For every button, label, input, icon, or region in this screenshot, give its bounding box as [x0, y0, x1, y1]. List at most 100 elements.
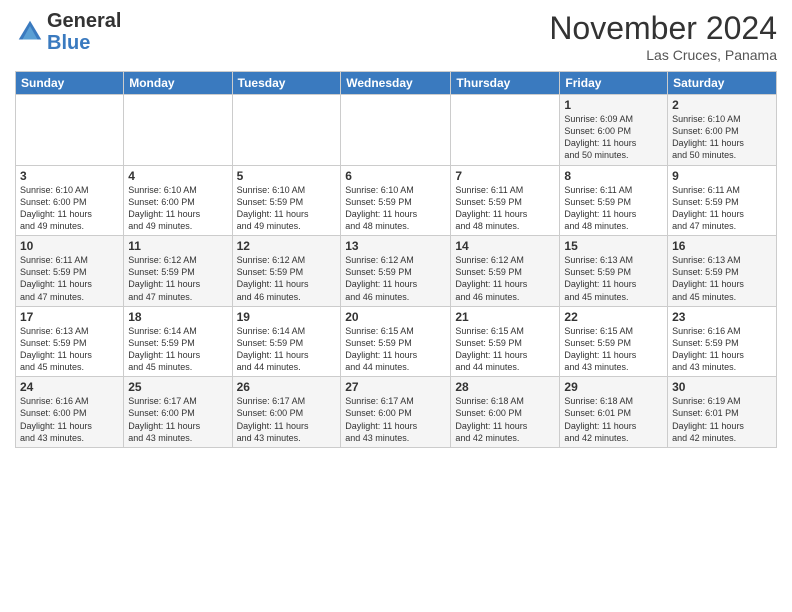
table-row: 12Sunrise: 6:12 AM Sunset: 5:59 PM Dayli… — [232, 236, 341, 307]
table-row: 23Sunrise: 6:16 AM Sunset: 5:59 PM Dayli… — [668, 306, 777, 377]
table-row: 15Sunrise: 6:13 AM Sunset: 5:59 PM Dayli… — [560, 236, 668, 307]
day-number: 22 — [564, 310, 663, 324]
table-row: 28Sunrise: 6:18 AM Sunset: 6:00 PM Dayli… — [451, 377, 560, 448]
table-row: 11Sunrise: 6:12 AM Sunset: 5:59 PM Dayli… — [124, 236, 232, 307]
day-number: 27 — [345, 380, 446, 394]
logo-text: General Blue — [47, 10, 121, 54]
day-number: 25 — [128, 380, 227, 394]
day-number: 11 — [128, 239, 227, 253]
day-info: Sunrise: 6:12 AM Sunset: 5:59 PM Dayligh… — [128, 254, 227, 303]
day-number: 26 — [237, 380, 337, 394]
month-title: November 2024 — [549, 10, 777, 47]
day-info: Sunrise: 6:14 AM Sunset: 5:59 PM Dayligh… — [237, 325, 337, 374]
day-number: 14 — [455, 239, 555, 253]
table-row — [451, 95, 560, 166]
day-info: Sunrise: 6:17 AM Sunset: 6:00 PM Dayligh… — [128, 395, 227, 444]
day-info: Sunrise: 6:10 AM Sunset: 6:00 PM Dayligh… — [672, 113, 772, 162]
calendar-header-row: Sunday Monday Tuesday Wednesday Thursday… — [16, 72, 777, 95]
table-row: 7Sunrise: 6:11 AM Sunset: 5:59 PM Daylig… — [451, 165, 560, 236]
day-info: Sunrise: 6:19 AM Sunset: 6:01 PM Dayligh… — [672, 395, 772, 444]
col-saturday: Saturday — [668, 72, 777, 95]
table-row — [341, 95, 451, 166]
day-info: Sunrise: 6:12 AM Sunset: 5:59 PM Dayligh… — [345, 254, 446, 303]
table-row: 8Sunrise: 6:11 AM Sunset: 5:59 PM Daylig… — [560, 165, 668, 236]
day-info: Sunrise: 6:11 AM Sunset: 5:59 PM Dayligh… — [455, 184, 555, 233]
calendar-week-3: 10Sunrise: 6:11 AM Sunset: 5:59 PM Dayli… — [16, 236, 777, 307]
day-number: 1 — [564, 98, 663, 112]
day-info: Sunrise: 6:12 AM Sunset: 5:59 PM Dayligh… — [237, 254, 337, 303]
day-info: Sunrise: 6:18 AM Sunset: 6:01 PM Dayligh… — [564, 395, 663, 444]
calendar-week-2: 3Sunrise: 6:10 AM Sunset: 6:00 PM Daylig… — [16, 165, 777, 236]
day-info: Sunrise: 6:15 AM Sunset: 5:59 PM Dayligh… — [455, 325, 555, 374]
table-row: 27Sunrise: 6:17 AM Sunset: 6:00 PM Dayli… — [341, 377, 451, 448]
day-number: 2 — [672, 98, 772, 112]
day-number: 18 — [128, 310, 227, 324]
table-row: 13Sunrise: 6:12 AM Sunset: 5:59 PM Dayli… — [341, 236, 451, 307]
day-number: 17 — [20, 310, 119, 324]
col-sunday: Sunday — [16, 72, 124, 95]
table-row: 4Sunrise: 6:10 AM Sunset: 6:00 PM Daylig… — [124, 165, 232, 236]
day-number: 5 — [237, 169, 337, 183]
day-info: Sunrise: 6:13 AM Sunset: 5:59 PM Dayligh… — [672, 254, 772, 303]
table-row: 21Sunrise: 6:15 AM Sunset: 5:59 PM Dayli… — [451, 306, 560, 377]
day-number: 28 — [455, 380, 555, 394]
day-number: 10 — [20, 239, 119, 253]
logo-icon — [15, 17, 45, 47]
table-row: 30Sunrise: 6:19 AM Sunset: 6:01 PM Dayli… — [668, 377, 777, 448]
logo-blue: Blue — [47, 32, 90, 54]
col-wednesday: Wednesday — [341, 72, 451, 95]
day-number: 20 — [345, 310, 446, 324]
location: Las Cruces, Panama — [549, 47, 777, 63]
day-number: 7 — [455, 169, 555, 183]
day-info: Sunrise: 6:15 AM Sunset: 5:59 PM Dayligh… — [564, 325, 663, 374]
table-row: 3Sunrise: 6:10 AM Sunset: 6:00 PM Daylig… — [16, 165, 124, 236]
day-info: Sunrise: 6:11 AM Sunset: 5:59 PM Dayligh… — [20, 254, 119, 303]
day-number: 15 — [564, 239, 663, 253]
table-row: 20Sunrise: 6:15 AM Sunset: 5:59 PM Dayli… — [341, 306, 451, 377]
day-number: 8 — [564, 169, 663, 183]
day-info: Sunrise: 6:10 AM Sunset: 5:59 PM Dayligh… — [345, 184, 446, 233]
table-row: 16Sunrise: 6:13 AM Sunset: 5:59 PM Dayli… — [668, 236, 777, 307]
day-number: 13 — [345, 239, 446, 253]
day-info: Sunrise: 6:12 AM Sunset: 5:59 PM Dayligh… — [455, 254, 555, 303]
day-info: Sunrise: 6:11 AM Sunset: 5:59 PM Dayligh… — [672, 184, 772, 233]
day-info: Sunrise: 6:18 AM Sunset: 6:00 PM Dayligh… — [455, 395, 555, 444]
day-info: Sunrise: 6:17 AM Sunset: 6:00 PM Dayligh… — [345, 395, 446, 444]
table-row: 29Sunrise: 6:18 AM Sunset: 6:01 PM Dayli… — [560, 377, 668, 448]
table-row — [16, 95, 124, 166]
day-number: 4 — [128, 169, 227, 183]
table-row: 14Sunrise: 6:12 AM Sunset: 5:59 PM Dayli… — [451, 236, 560, 307]
table-row: 2Sunrise: 6:10 AM Sunset: 6:00 PM Daylig… — [668, 95, 777, 166]
day-info: Sunrise: 6:09 AM Sunset: 6:00 PM Dayligh… — [564, 113, 663, 162]
logo: General Blue — [15, 10, 121, 54]
table-row: 18Sunrise: 6:14 AM Sunset: 5:59 PM Dayli… — [124, 306, 232, 377]
page-header: General Blue November 2024 Las Cruces, P… — [15, 10, 777, 63]
day-info: Sunrise: 6:13 AM Sunset: 5:59 PM Dayligh… — [20, 325, 119, 374]
col-monday: Monday — [124, 72, 232, 95]
col-tuesday: Tuesday — [232, 72, 341, 95]
table-row: 5Sunrise: 6:10 AM Sunset: 5:59 PM Daylig… — [232, 165, 341, 236]
day-info: Sunrise: 6:10 AM Sunset: 5:59 PM Dayligh… — [237, 184, 337, 233]
table-row: 26Sunrise: 6:17 AM Sunset: 6:00 PM Dayli… — [232, 377, 341, 448]
day-number: 3 — [20, 169, 119, 183]
day-info: Sunrise: 6:16 AM Sunset: 5:59 PM Dayligh… — [672, 325, 772, 374]
calendar-week-4: 17Sunrise: 6:13 AM Sunset: 5:59 PM Dayli… — [16, 306, 777, 377]
table-row: 9Sunrise: 6:11 AM Sunset: 5:59 PM Daylig… — [668, 165, 777, 236]
day-number: 30 — [672, 380, 772, 394]
day-info: Sunrise: 6:16 AM Sunset: 6:00 PM Dayligh… — [20, 395, 119, 444]
page-container: General Blue November 2024 Las Cruces, P… — [0, 0, 792, 453]
table-row: 22Sunrise: 6:15 AM Sunset: 5:59 PM Dayli… — [560, 306, 668, 377]
day-info: Sunrise: 6:13 AM Sunset: 5:59 PM Dayligh… — [564, 254, 663, 303]
table-row: 19Sunrise: 6:14 AM Sunset: 5:59 PM Dayli… — [232, 306, 341, 377]
table-row: 1Sunrise: 6:09 AM Sunset: 6:00 PM Daylig… — [560, 95, 668, 166]
col-friday: Friday — [560, 72, 668, 95]
day-info: Sunrise: 6:11 AM Sunset: 5:59 PM Dayligh… — [564, 184, 663, 233]
table-row: 17Sunrise: 6:13 AM Sunset: 5:59 PM Dayli… — [16, 306, 124, 377]
table-row: 10Sunrise: 6:11 AM Sunset: 5:59 PM Dayli… — [16, 236, 124, 307]
day-info: Sunrise: 6:10 AM Sunset: 6:00 PM Dayligh… — [20, 184, 119, 233]
table-row: 24Sunrise: 6:16 AM Sunset: 6:00 PM Dayli… — [16, 377, 124, 448]
col-thursday: Thursday — [451, 72, 560, 95]
day-number: 23 — [672, 310, 772, 324]
day-number: 29 — [564, 380, 663, 394]
day-info: Sunrise: 6:15 AM Sunset: 5:59 PM Dayligh… — [345, 325, 446, 374]
